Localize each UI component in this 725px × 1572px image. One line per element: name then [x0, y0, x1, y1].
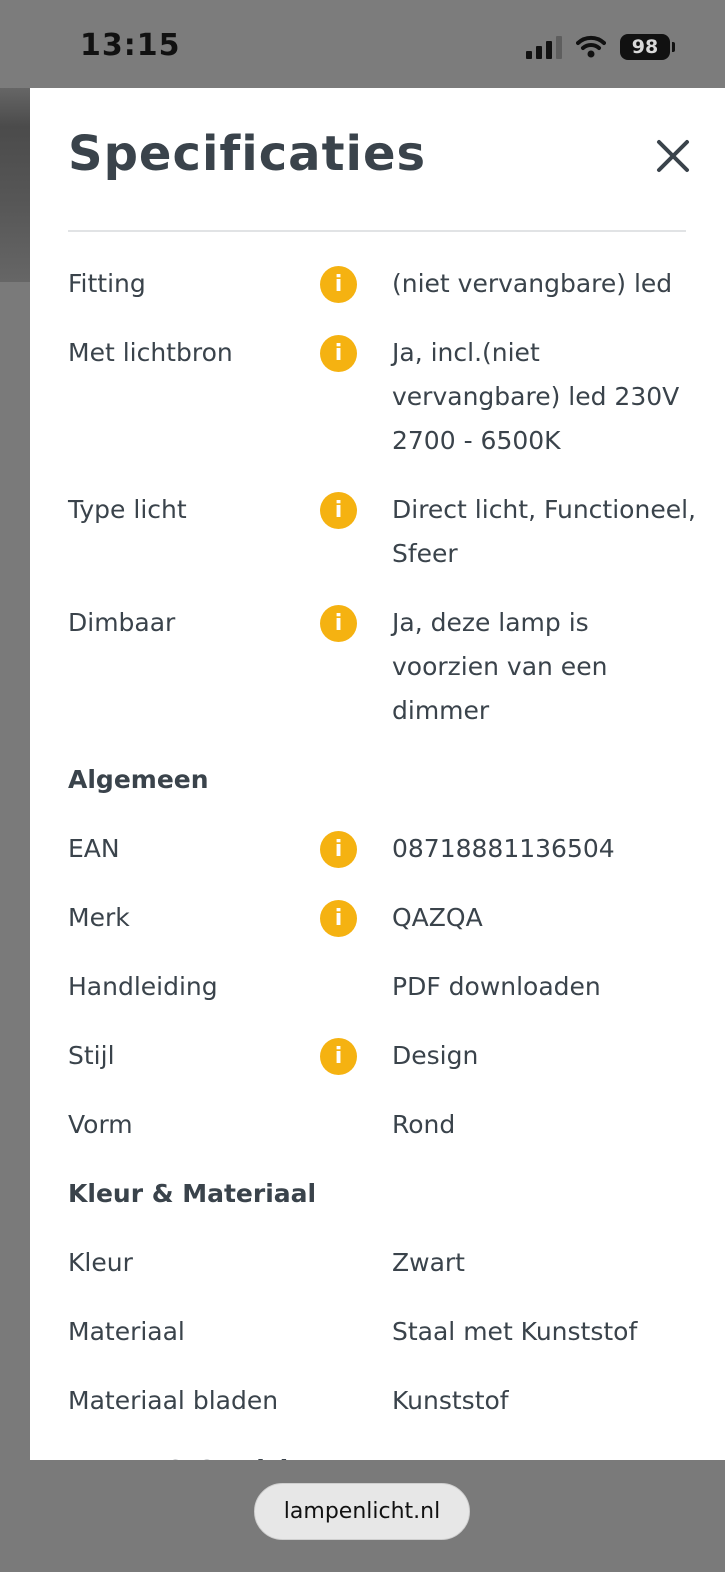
spec-value: Design	[392, 1041, 479, 1070]
spec-row: Merk i QAZQA	[68, 888, 698, 957]
spec-row: Kleur Zwart	[68, 1233, 698, 1302]
info-slot: i	[318, 1034, 392, 1078]
info-icon[interactable]: i	[320, 899, 357, 937]
section-heading: Kleur & Materiaal	[68, 1179, 317, 1208]
spec-row: Fitting i (niet vervangbare) led	[68, 254, 698, 323]
info-slot: i	[318, 488, 392, 532]
spec-value[interactable]: PDF downloaden	[392, 965, 698, 1009]
info-slot	[318, 1310, 392, 1354]
spec-label: Type licht	[68, 495, 187, 524]
spec-row: Stijl i Design	[68, 1026, 698, 1095]
info-slot	[318, 1241, 392, 1285]
spec-value: Rond	[392, 1110, 456, 1139]
spec-value: Ja, incl.(niet vervangbare) led 230V 270…	[392, 338, 680, 455]
spec-row: Vorm Rond	[68, 1095, 698, 1164]
section-heading: Maten & Gewicht	[68, 1440, 698, 1460]
spec-label: Dimbaar	[68, 608, 176, 637]
cellular-signal-icon	[526, 35, 562, 59]
spec-row: Type licht i Direct licht, Functioneel, Sf…	[68, 480, 698, 593]
status-bar: 13:15 98	[0, 0, 725, 88]
info-icon[interactable]: i	[320, 334, 357, 372]
spec-label: Handleiding	[68, 972, 218, 1001]
info-slot: i	[318, 827, 392, 871]
spec-value: Zwart	[392, 1248, 465, 1277]
spec-value: QAZQA	[392, 903, 483, 932]
battery-cap	[672, 42, 675, 52]
info-slot: i	[318, 601, 392, 645]
spec-value: Kunststof	[392, 1386, 509, 1415]
spec-label: Merk	[68, 903, 130, 932]
battery-icon: 98	[620, 34, 670, 60]
spec-label: EAN	[68, 834, 120, 863]
spec-value: Staal met Kunststof	[392, 1317, 638, 1346]
info-icon[interactable]: i	[320, 491, 357, 529]
info-icon[interactable]: i	[320, 265, 357, 303]
spec-label: Materiaal	[68, 1317, 185, 1346]
spec-label: Materiaal bladen	[68, 1386, 279, 1415]
info-icon[interactable]: i	[320, 604, 357, 642]
spec-value: 08718881136504	[392, 834, 615, 863]
title-divider	[68, 230, 686, 232]
status-icons: 98	[526, 34, 675, 60]
info-slot: i	[318, 262, 392, 306]
spec-row: Met lichtbron i Ja, incl.(niet vervangbare…	[68, 323, 698, 480]
spec-row: Materiaal bladen Kunststof	[68, 1371, 698, 1440]
spec-label: Vorm	[68, 1110, 133, 1139]
spec-label: Met lichtbron	[68, 338, 233, 367]
close-icon[interactable]	[653, 136, 693, 176]
wifi-icon	[576, 35, 606, 58]
spec-label: Kleur	[68, 1248, 133, 1277]
browser-url-bar[interactable]: lampenlicht.nl	[254, 1483, 470, 1540]
info-slot	[318, 1379, 392, 1423]
status-time: 13:15	[80, 28, 181, 63]
spec-value: (niet vervangbare) led	[392, 269, 673, 298]
spec-value: Ja, deze lamp is voorzien van een dimmer	[392, 608, 608, 725]
info-icon[interactable]: i	[320, 830, 357, 868]
background-page-edge	[0, 88, 30, 282]
spec-label: Stijl	[68, 1041, 115, 1070]
info-icon[interactable]: i	[320, 1037, 357, 1075]
spec-label: Fitting	[68, 269, 146, 298]
spec-list: Fitting i (niet vervangbare) led Met lichtb…	[68, 254, 698, 1460]
spec-row: Handleiding PDF downloaden	[68, 957, 698, 1026]
info-slot: i	[318, 331, 392, 375]
spec-row: EAN i 08718881136504	[68, 819, 698, 888]
section-heading: Algemeen	[68, 765, 209, 794]
spec-value: Direct licht, Functioneel, Sfeer	[392, 495, 696, 568]
specifications-panel: Specificaties Fitting i (niet vervangbare)…	[30, 88, 725, 1460]
info-slot	[318, 965, 392, 1009]
info-slot	[318, 1103, 392, 1147]
spec-row: Dimbaar i Ja, deze lamp is voorzien van ee…	[68, 593, 698, 750]
info-slot: i	[318, 896, 392, 940]
panel-title: Specificaties	[68, 126, 427, 182]
spec-row: Materiaal Staal met Kunststof	[68, 1302, 698, 1371]
